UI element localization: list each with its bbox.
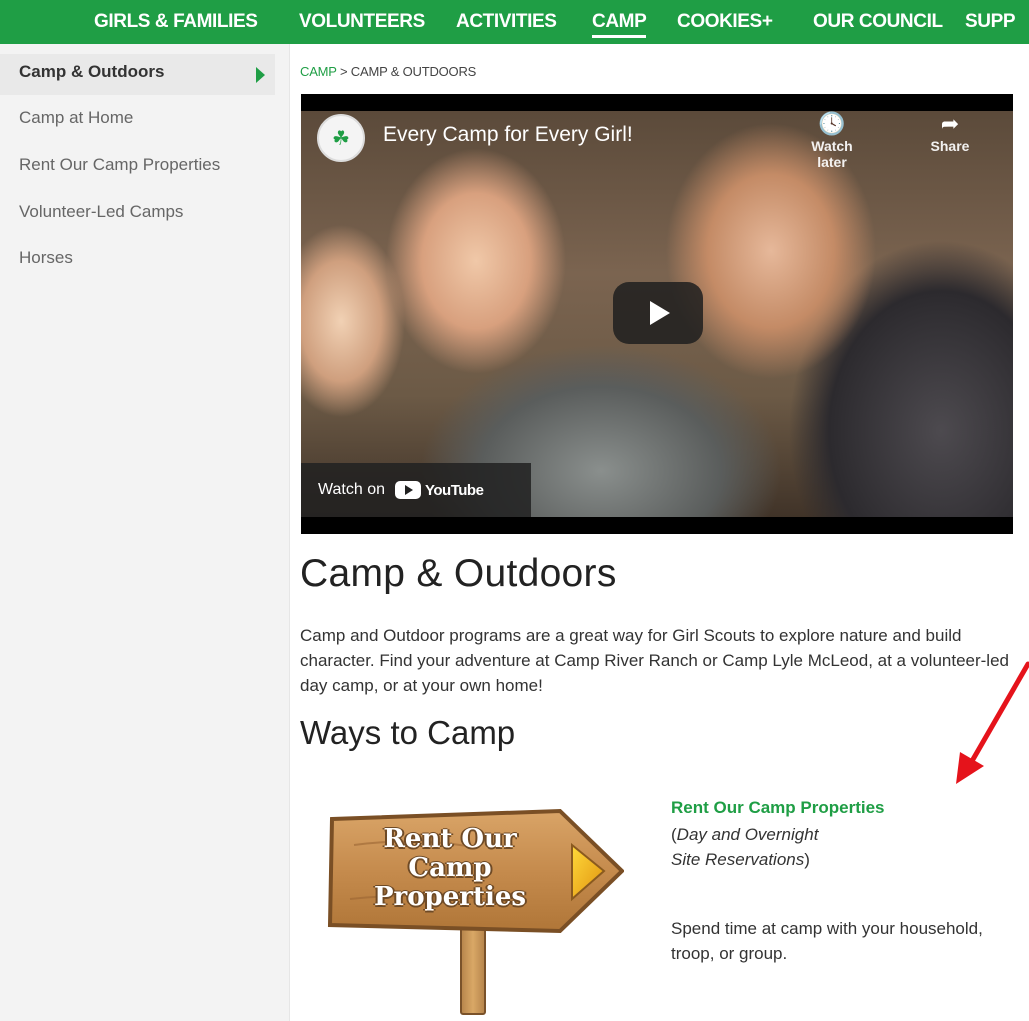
rent-camp-sign-image[interactable]: Rent Our Camp Properties (310, 795, 640, 1015)
nav-our-council[interactable]: OUR COUNCIL (813, 11, 943, 33)
clock-icon: 🕓 (818, 111, 846, 136)
share-label: Share (930, 138, 970, 154)
sidebar-item-camp-outdoors[interactable]: Camp & Outdoors (19, 62, 164, 82)
subtitle-line-1: Day and Overnight (676, 825, 819, 844)
share-arrow-icon: ➦ (940, 111, 960, 136)
sidebar: Camp & Outdoors Camp at Home Rent Our Ca… (0, 44, 290, 1021)
red-annotation-arrow-icon (956, 661, 1029, 784)
sign-text: Rent Our Camp Properties (330, 825, 570, 912)
sign-line-3: Properties (373, 882, 527, 912)
youtube-play-icon (395, 481, 421, 499)
caret-right-icon (256, 67, 265, 83)
video-title[interactable]: Every Camp for Every Girl! (383, 123, 633, 147)
nav-girls-families[interactable]: GIRLS & FAMILIES (94, 11, 258, 33)
sidebar-item-camp-at-home[interactable]: Camp at Home (19, 108, 133, 128)
play-icon (650, 301, 670, 325)
watch-on-youtube-button[interactable]: Watch on YouTube (301, 463, 531, 517)
sidebar-item-horses[interactable]: Horses (19, 248, 73, 268)
watch-later-label: Watch later (811, 138, 853, 170)
sign-line-1: Rent Our (383, 824, 517, 854)
video-player[interactable]: ☘ Every Camp for Every Girl! 🕓 Watch lat… (301, 94, 1013, 534)
play-button[interactable] (613, 282, 703, 344)
nav-activities[interactable]: ACTIVITIES (456, 11, 557, 33)
watch-later-button[interactable]: 🕓 Watch later (797, 110, 867, 170)
nav-cookies[interactable]: COOKIES+ (677, 11, 773, 33)
section-title-ways-to-camp: Ways to Camp (300, 714, 516, 751)
top-nav: GIRLS & FAMILIES VOLUNTEERS ACTIVITIES C… (0, 0, 1029, 44)
rent-camp-subtitle: (Day and Overnight Site Reservations) (671, 822, 911, 872)
rent-camp-properties-link[interactable]: Rent Our Camp Properties (671, 798, 885, 818)
breadcrumb-current: CAMP & OUTDOORS (350, 64, 477, 79)
page-title: Camp & Outdoors (300, 552, 617, 595)
nav-support[interactable]: SUPP (965, 11, 1016, 33)
youtube-wordmark: YouTube (425, 481, 484, 499)
rent-camp-description: Spend time at camp with your household, … (671, 919, 983, 963)
nav-camp[interactable]: CAMP (592, 11, 647, 38)
subtitle-line-2: Site Reservations (671, 850, 805, 869)
intro-paragraph: Camp and Outdoor programs are a great wa… (300, 626, 1009, 695)
nav-volunteers[interactable]: VOLUNTEERS (299, 11, 425, 33)
breadcrumb-separator: > (339, 64, 348, 79)
breadcrumb-camp-link[interactable]: CAMP (300, 64, 337, 79)
youtube-logo: YouTube (395, 481, 484, 499)
share-button[interactable]: ➦ Share (915, 110, 985, 154)
channel-logo-icon[interactable]: ☘ (317, 114, 365, 162)
sign-line-2: Camp (408, 853, 492, 883)
sidebar-item-rent-camp-properties[interactable]: Rent Our Camp Properties (19, 155, 220, 175)
sidebar-item-volunteer-led-camps[interactable]: Volunteer-Led Camps (19, 202, 183, 222)
watch-on-label: Watch on (318, 481, 385, 498)
subtitle-close-paren: ) (804, 850, 810, 869)
breadcrumb: CAMP > CAMP & OUTDOORS (300, 64, 476, 79)
